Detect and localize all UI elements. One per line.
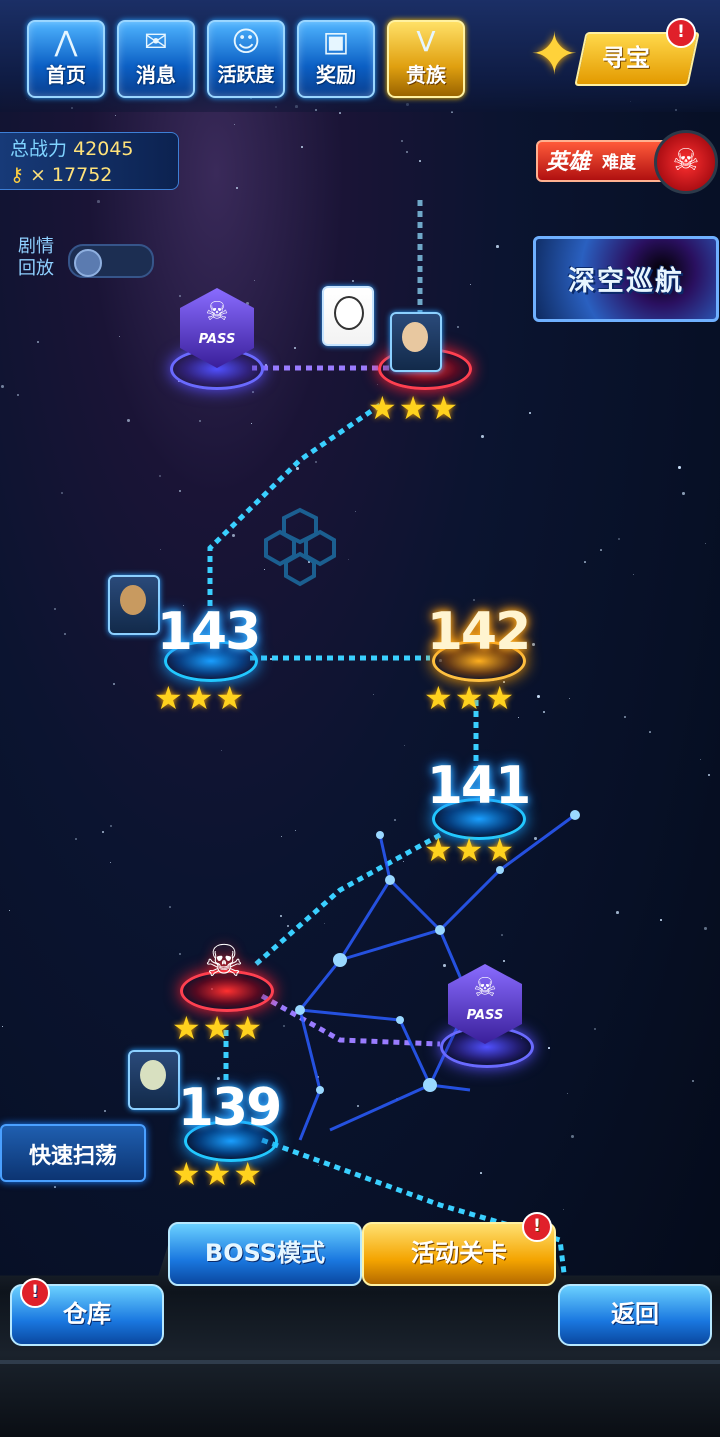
story-replay-label: 剧情 回放 [18,236,54,280]
nav-activity-button[interactable]: ☺ 活跃度 [207,20,285,98]
level-142-stars: ★★★ [424,679,517,717]
boss-skull-icon[interactable]: ☠ [194,932,254,992]
story-replay-line1: 剧情 [18,236,54,257]
boss-mode-button[interactable]: BOSS模式 [168,1222,362,1286]
hex-cluster-icon [264,507,336,587]
path-boss-to-pass-mid [260,993,441,1047]
event-alert-badge: ! [522,1212,552,1242]
level-143-label[interactable]: 143 [143,602,273,662]
portrait-face [140,1060,166,1090]
nav-message-button[interactable]: ✉ 消息 [117,20,195,98]
story-replay-line2: 回放 [18,258,54,279]
warehouse-alert-badge: ! [20,1278,50,1308]
hero-label: 英雄 [546,150,591,175]
level-139-stars: ★★★ [172,1155,265,1193]
pass-label: PASS [198,332,236,347]
deep-space-cruise-button[interactable]: 深空巡航 [533,236,719,322]
boss-portrait-avatar[interactable] [390,312,442,372]
boss-top-stars: ★★★ [368,389,461,427]
total-power-value: 42045 [73,138,134,160]
nav-activity-label: 活跃度 [217,64,275,86]
story-replay-toggle[interactable] [68,244,154,278]
power-panel: 总战力 42045 ⚷ × 17752 [0,132,179,190]
portrait-face [402,322,428,352]
toggle-knob [74,249,102,277]
hero-difficulty-button[interactable]: 英雄 难度 ☠ [536,128,718,194]
boss-mid-stars: ★★★ [172,1009,265,1047]
jet-icon: ✦ [530,20,579,88]
pass-label: PASS [466,1008,504,1023]
quick-sweep-button[interactable]: 快速扫荡 [0,1124,146,1182]
boss-mode-label: BOSS模式 [204,1239,326,1267]
back-button[interactable]: 返回 [558,1284,712,1346]
level-141-label[interactable]: 141 [413,756,543,816]
treasure-alert-badge: ! [666,18,696,48]
mail-icon: ✉ [144,25,168,58]
level-143-stars: ★★★ [154,679,247,717]
level-139-label[interactable]: 139 [164,1078,294,1138]
deep-space-label: 深空巡航 [568,266,684,297]
level-141-stars: ★★★ [424,831,517,869]
treasure-label: 寻宝 [602,44,650,72]
key-count: × 17752 [29,164,113,186]
dock-divider [0,1360,720,1364]
nav-noble-button[interactable]: V 贵族 [387,20,465,98]
map-path-lines [207,200,580,1291]
top-nav-bar: ⋀ 首页 ✉ 消息 ☺ 活跃度 ▣ 奖励 V 贵族 ✦ 寻宝 ! [0,0,720,112]
nav-noble-label: 贵族 [406,63,446,87]
event-levels-button[interactable]: 活动关卡 ! [362,1212,556,1286]
skull-icon: ☠ [654,130,718,194]
gift-icon: ▣ [322,25,350,58]
difficulty-label: 难度 [602,153,636,173]
home-icon: ⋀ [54,25,78,58]
warehouse-label: 仓库 [63,1300,111,1328]
nav-reward-button[interactable]: ▣ 奖励 [297,20,375,98]
nav-home-label: 首页 [46,63,86,87]
back-label: 返回 [611,1300,659,1328]
pet-cat-avatar[interactable] [322,286,374,346]
key-icon: ⚷ [10,164,24,186]
quick-sweep-label: 快速扫荡 [28,1144,117,1169]
nav-message-label: 消息 [136,63,176,87]
noble-v-icon: V [416,25,436,58]
total-power-label: 总战力 [10,138,68,160]
smiley-icon: ☺ [231,25,261,58]
warehouse-button[interactable]: 仓库 ! [10,1278,164,1346]
nav-home-button[interactable]: ⋀ 首页 [27,20,105,98]
treasure-button[interactable]: ✦ 寻宝 ! [530,18,700,88]
level-142-label[interactable]: 142 [413,602,543,662]
nav-reward-label: 奖励 [316,63,356,87]
cat-face-icon [334,296,364,330]
event-levels-label: 活动关卡 [411,1239,507,1267]
